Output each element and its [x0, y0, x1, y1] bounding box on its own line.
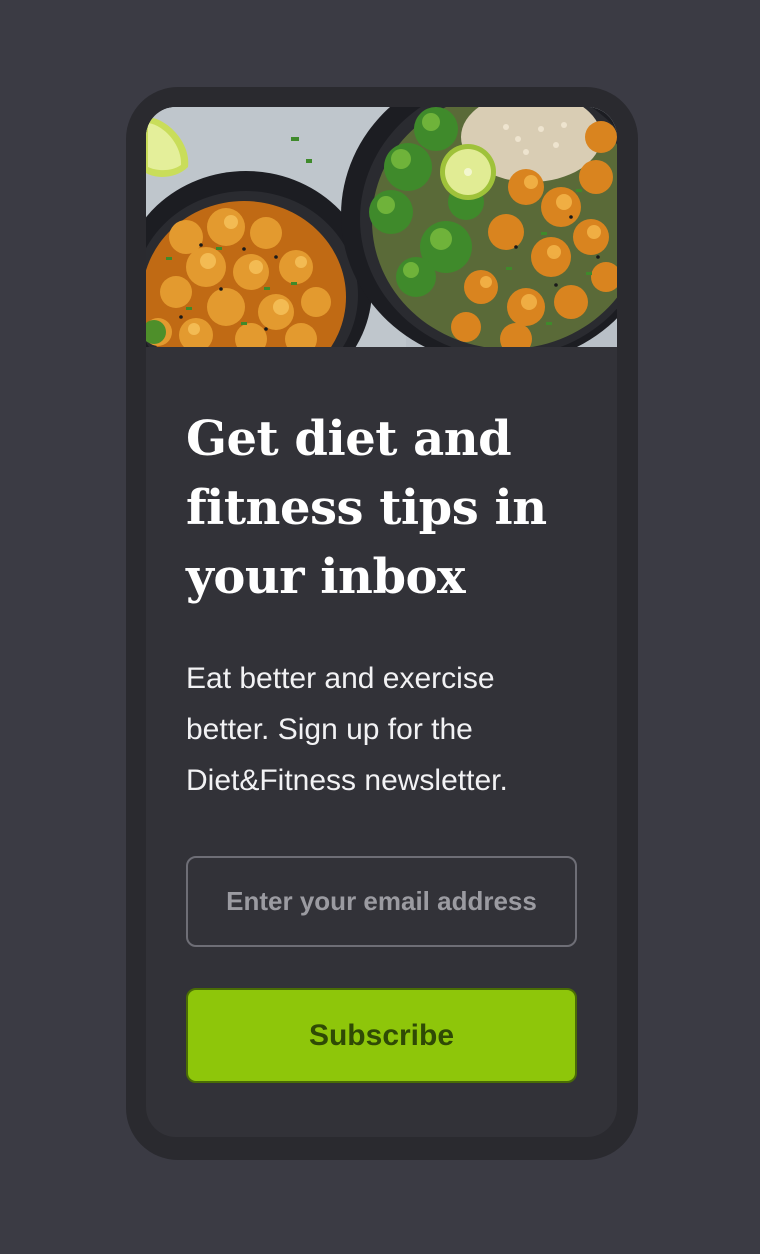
newsletter-card: Get diet and fitness tips in your inbox … — [146, 107, 617, 1137]
newsletter-title: Get diet and fitness tips in your inbox — [186, 411, 547, 605]
email-input[interactable] — [186, 856, 577, 947]
newsletter-description: Eat better and exercise better. Sign up … — [186, 662, 508, 797]
hero-image — [146, 107, 617, 347]
subscribe-button[interactable]: Subscribe — [186, 988, 577, 1083]
